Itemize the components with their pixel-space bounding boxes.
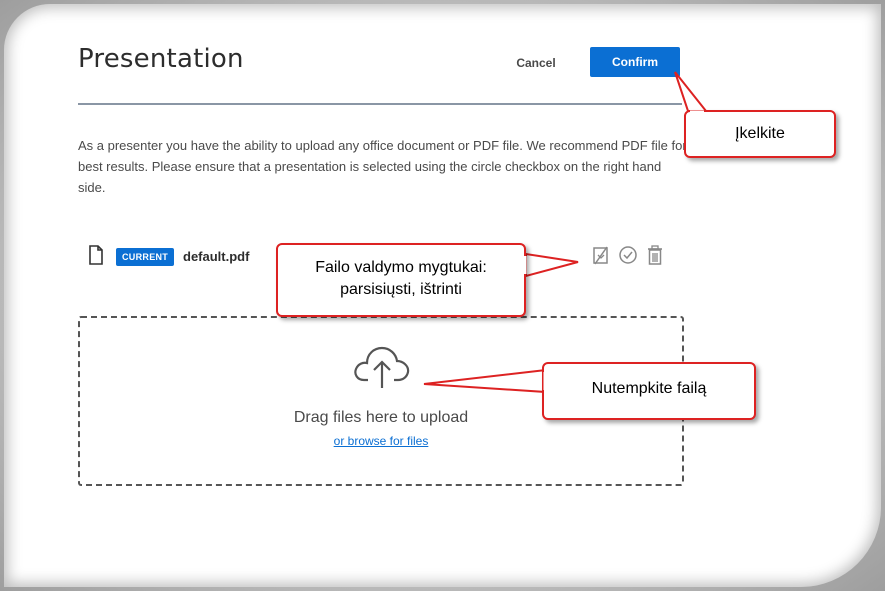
page-title: Presentation <box>78 44 244 74</box>
drop-callout-text: Nutempkite failą <box>591 380 707 397</box>
file-controls-callout-line2: parsisiųsti, ištrinti <box>340 281 462 298</box>
file-controls-callout: Failo valdymo mygtukai: parsisiųsti, išt… <box>276 243 526 317</box>
file-icon <box>88 245 104 270</box>
header-divider <box>78 103 682 105</box>
drop-callout: Nutempkite failą <box>542 362 756 420</box>
cancel-button[interactable]: Cancel <box>508 52 564 74</box>
browse-files-link[interactable]: or browse for files <box>80 434 682 448</box>
instructions-text: As a presenter you have the ability to u… <box>78 138 687 195</box>
upload-callout-text: Įkelkite <box>735 125 785 142</box>
set-current-icon[interactable] <box>618 245 638 270</box>
delete-icon[interactable] <box>646 245 664 270</box>
file-controls-callout-line1: Failo valdymo mygtukai: <box>315 259 487 276</box>
file-name: default.pdf <box>183 249 250 264</box>
current-badge: CURRENT <box>116 248 175 266</box>
cloud-upload-icon <box>352 342 412 395</box>
confirm-button[interactable]: Confirm <box>590 47 680 77</box>
download-icon[interactable] <box>592 245 610 270</box>
upload-callout: Įkelkite <box>684 110 836 158</box>
